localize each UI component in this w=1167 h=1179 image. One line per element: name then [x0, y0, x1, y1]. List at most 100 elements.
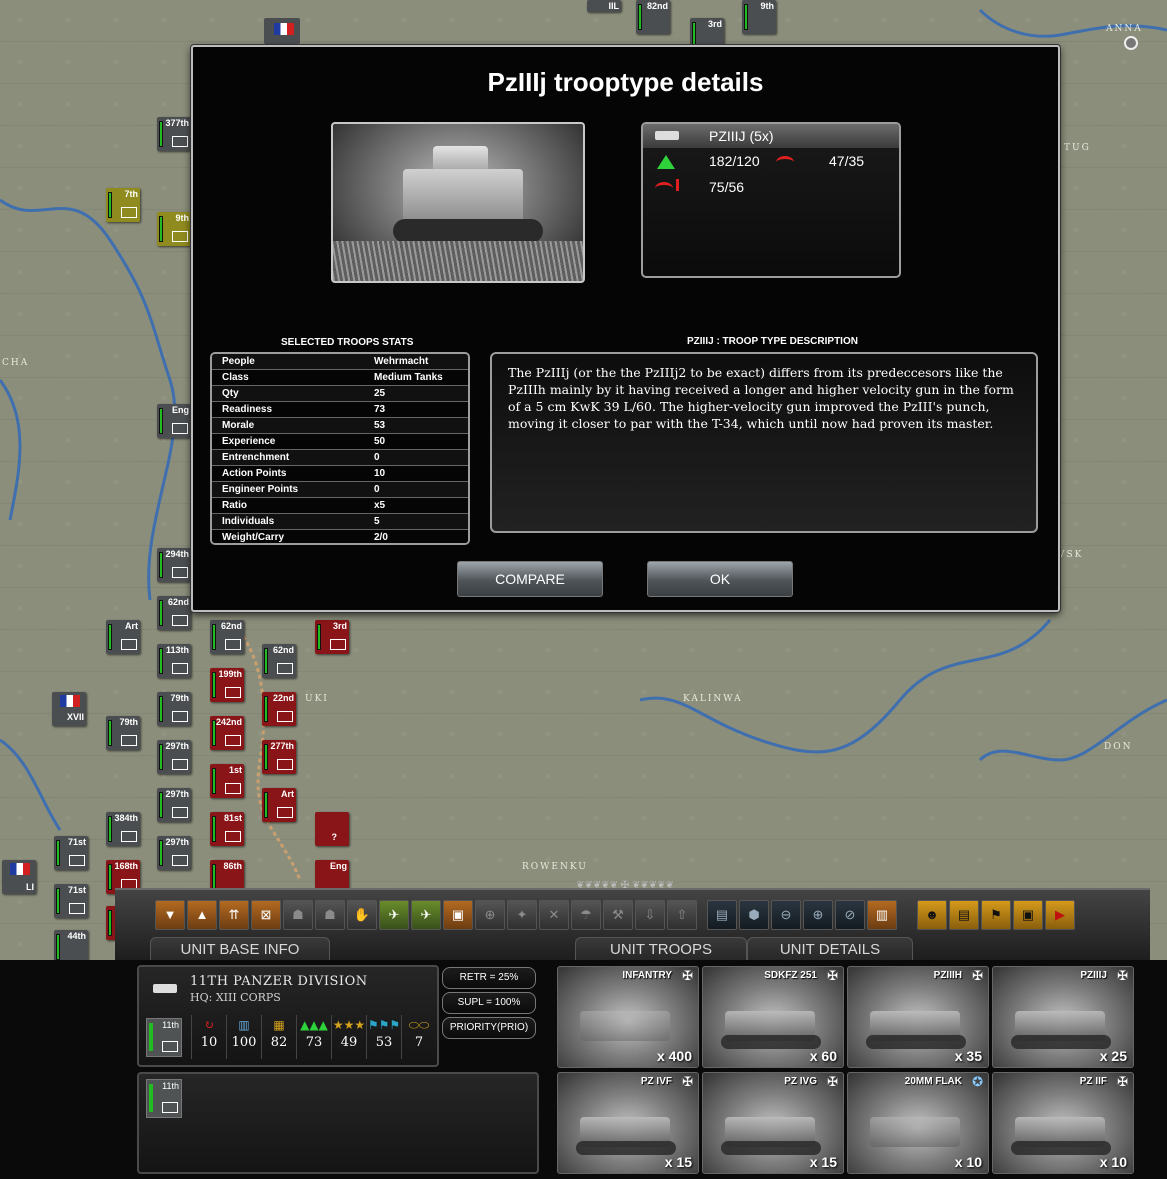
unit-counter[interactable]: 62nd: [210, 620, 244, 654]
unit-counter[interactable]: IIL: [587, 0, 621, 12]
zoom-reset-icon[interactable]: ⊘: [835, 900, 865, 930]
unit-mini-counter[interactable]: 11th: [146, 1018, 182, 1057]
load-icon[interactable]: ⇩: [635, 900, 665, 930]
unit-counter[interactable]: 113th: [157, 644, 191, 678]
troop-description-text[interactable]: The PzIIIj (or the the PzIIIj2 to be exa…: [490, 352, 1038, 533]
troop-stats-table[interactable]: People Wehrmacht Class Medium Tanks Qty 25 …: [210, 352, 470, 545]
zoom-out-icon[interactable]: ⊖: [771, 900, 801, 930]
tab-unit-base-info[interactable]: UNIT BASE INFO: [150, 937, 330, 962]
troop-card[interactable]: PZ IVF ✠ x 15: [557, 1072, 699, 1174]
report-icon[interactable]: ▤: [949, 900, 979, 930]
stats-section-title: SELECTED TROOPS STATS: [281, 337, 414, 348]
unit-counter[interactable]: 199th: [210, 668, 244, 702]
troop-card[interactable]: PZ IVG ✠ x 15: [702, 1072, 844, 1174]
unit-summary-card[interactable]: 11TH PANZER DIVISION HQ: XIII CORPS 11th…: [137, 965, 439, 1067]
unit-counter[interactable]: 81st: [210, 812, 244, 846]
supply-setting[interactable]: SUPL = 100%(100%): [442, 992, 536, 1028]
unit-counter[interactable]: 62nd: [157, 596, 191, 630]
unit-counter[interactable]: 242nd: [210, 716, 244, 750]
compare-button[interactable]: COMPARE: [457, 561, 603, 597]
command-toolbar: ❦❦❦❦❦ ✠ ❦❦❦❦❦ ▼ ▲ ⇈ ⊠ ☗ ☗ ✋ ✈ ✈ ▣ ⊕ ✦ ✕ …: [115, 880, 1150, 962]
troop-combat-stats: PZIIIJ (5x) 182/120 47/35 75/56: [641, 122, 901, 278]
cancel-move-icon[interactable]: ⊠: [251, 900, 281, 930]
troop-card[interactable]: PZ IIF ✠ x 10: [992, 1072, 1134, 1174]
unit-counter[interactable]: LI: [2, 860, 36, 894]
unit-counter[interactable]: 297th: [157, 740, 191, 774]
unit-counter[interactable]: Eng: [157, 404, 191, 438]
hex-grid-icon[interactable]: ⬢: [739, 900, 769, 930]
unit-counter[interactable]: 79th: [157, 692, 191, 726]
unit-counter[interactable]: 9th: [157, 212, 191, 246]
ok-button[interactable]: OK: [647, 561, 793, 597]
unit-counter[interactable]: 71st: [54, 884, 88, 918]
unit-group-icon[interactable]: ☗: [315, 900, 345, 930]
soft-attack-icon: [657, 155, 675, 169]
bombard-icon[interactable]: ✕: [539, 900, 569, 930]
artillery-icon[interactable]: ✦: [507, 900, 537, 930]
stat-readiness: ▥ 100: [226, 1015, 261, 1059]
hand-icon[interactable]: ✋: [347, 900, 377, 930]
tank-icon: [153, 984, 177, 993]
unit-counter[interactable]: 22nd: [262, 692, 296, 726]
flag-icon[interactable]: ⚑: [981, 900, 1011, 930]
save-icon[interactable]: ▣: [1013, 900, 1043, 930]
end-turn-icon[interactable]: ▶: [1045, 900, 1075, 930]
unit-action-icon[interactable]: ☗: [283, 900, 313, 930]
unit-counter[interactable]: 79th: [106, 716, 140, 750]
move-all-up-icon[interactable]: ⇈: [219, 900, 249, 930]
unit-counter[interactable]: 9th: [742, 0, 776, 34]
map-label-tug: TUG: [1064, 143, 1091, 153]
unit-mini-counter[interactable]: 11th: [146, 1079, 182, 1118]
fortify-icon[interactable]: ▣: [443, 900, 473, 930]
table-row: Ratio x5: [212, 498, 468, 514]
unit-counter[interactable]: 377th: [157, 117, 191, 151]
clipboard-icon[interactable]: ▥: [867, 900, 897, 930]
target-icon[interactable]: ⊕: [475, 900, 505, 930]
table-row: People Wehrmacht: [212, 354, 468, 370]
tab-unit-details[interactable]: UNIT DETAILS: [747, 937, 913, 962]
retreat-setting[interactable]: RETR = 25%: [442, 967, 536, 989]
unit-counter[interactable]: 294th: [157, 548, 191, 582]
defense-value: 75/56: [709, 179, 745, 195]
tab-unit-troops[interactable]: UNIT TROOPS: [575, 937, 747, 962]
map-overview-icon[interactable]: ▤: [707, 900, 737, 930]
unit-counter[interactable]: 384th: [106, 812, 140, 846]
unit-counter[interactable]: 277th: [262, 740, 296, 774]
move-up-icon[interactable]: ▲: [187, 900, 217, 930]
unit-counter[interactable]: 297th: [157, 788, 191, 822]
unload-icon[interactable]: ⇧: [667, 900, 697, 930]
engineer-icon[interactable]: ⚒: [603, 900, 633, 930]
subunit-list[interactable]: 11th: [137, 1072, 539, 1174]
troop-card[interactable]: SDKFZ 251 ✠ x 60: [702, 966, 844, 1068]
unit-counter[interactable]: 1st: [210, 764, 244, 798]
unit-counter[interactable]: 82nd: [636, 0, 670, 34]
unit-counter[interactable]: 3rd: [315, 620, 349, 654]
trooptype-details-dialog: PzIIIj trooptype details PZIIIJ (5x) 182…: [191, 45, 1060, 612]
unit-counter[interactable]: XVII: [52, 692, 86, 726]
troop-card-selected[interactable]: PZIIIJ ✠ x 25: [992, 966, 1134, 1068]
table-row: Morale 53: [212, 418, 468, 434]
unit-counter[interactable]: 297th: [157, 836, 191, 870]
troop-card[interactable]: 20MM FLAK ✪ x 10: [847, 1072, 989, 1174]
troop-card[interactable]: PZIIIH ✠ x 35: [847, 966, 989, 1068]
priority-setting[interactable]: PRIORITY(PRIO): [442, 1017, 536, 1039]
move-down-icon[interactable]: ▼: [155, 900, 185, 930]
french-flag-counter[interactable]: [264, 18, 300, 44]
unit-hq: HQ: XIII CORPS: [190, 991, 281, 1004]
unit-counter[interactable]: ?: [315, 812, 349, 846]
unit-counter[interactable]: Art: [106, 620, 140, 654]
unit-counter[interactable]: Art: [262, 788, 296, 822]
airplane-transfer-icon[interactable]: ✈: [411, 900, 441, 930]
troop-card[interactable]: INFANTRY ✠ x 400: [557, 966, 699, 1068]
unit-counter[interactable]: 44th: [54, 930, 88, 960]
zoom-in-icon[interactable]: ⊕: [803, 900, 833, 930]
stat-stars: ★★★ 49: [331, 1015, 366, 1059]
toolbar-buttons: ▼ ▲ ⇈ ⊠ ☗ ☗ ✋ ✈ ✈ ▣ ⊕ ✦ ✕ ☂ ⚒ ⇩ ⇧ ▤ ⬢ ⊖ …: [155, 900, 1075, 934]
unit-counter[interactable]: 7th: [106, 188, 140, 222]
unit-counter[interactable]: 71st: [54, 836, 88, 870]
city-marker[interactable]: [1124, 36, 1138, 50]
paradrop-icon[interactable]: ☂: [571, 900, 601, 930]
leader-icon[interactable]: ☻: [917, 900, 947, 930]
unit-counter[interactable]: 62nd: [262, 644, 296, 678]
airplane-attack-icon[interactable]: ✈: [379, 900, 409, 930]
